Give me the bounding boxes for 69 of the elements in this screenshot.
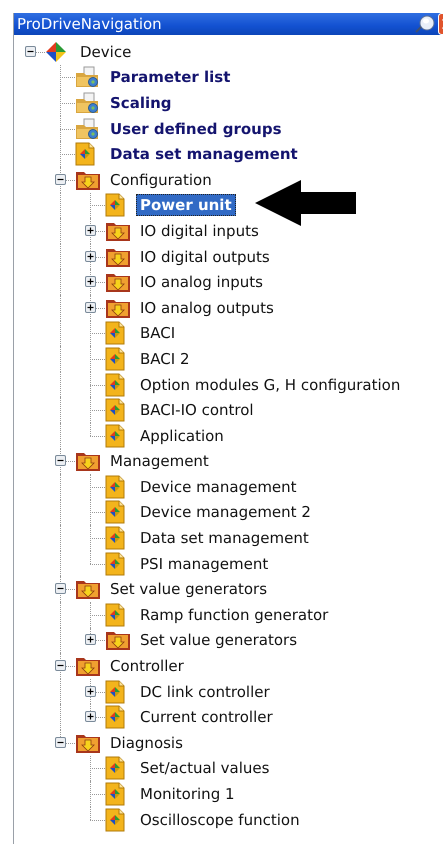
- expand-toggle[interactable]: [85, 686, 96, 697]
- collapse-toggle[interactable]: [55, 583, 66, 594]
- folder-icon: [105, 629, 131, 652]
- document-icon: [105, 680, 125, 704]
- tree-item[interactable]: Set value generators: [106, 578, 272, 600]
- document-icon: [105, 321, 125, 346]
- tree-item[interactable]: Option modules G, H configuration: [136, 374, 404, 396]
- document-icon: [105, 552, 125, 576]
- tree-item[interactable]: Parameter list: [106, 66, 234, 88]
- expand-toggle[interactable]: [85, 250, 96, 262]
- tree-item[interactable]: Diagnosis: [106, 732, 187, 754]
- tree-item[interactable]: Application: [136, 424, 228, 447]
- document-icon: [105, 602, 125, 627]
- collapse-toggle[interactable]: [55, 660, 66, 672]
- folder-icon: [75, 578, 101, 600]
- tree-item[interactable]: Device management 2: [136, 501, 315, 524]
- tree-item[interactable]: BACI-IO control: [136, 399, 258, 422]
- tree-item[interactable]: Device management: [136, 476, 301, 498]
- document-icon: [75, 142, 95, 166]
- tree-item[interactable]: Oscilloscope function: [136, 808, 304, 831]
- folder-icon: [75, 450, 101, 472]
- document-icon: [105, 346, 125, 371]
- document-icon: [105, 500, 125, 524]
- collapse-toggle[interactable]: [55, 174, 66, 185]
- tree-item[interactable]: IO analog outputs: [136, 296, 278, 319]
- tree-item[interactable]: DC link controller: [136, 680, 274, 703]
- expand-toggle[interactable]: [85, 224, 96, 236]
- tree-item[interactable]: Ramp function generator: [136, 604, 332, 626]
- document-icon: [105, 808, 125, 832]
- expand-toggle[interactable]: [85, 711, 96, 722]
- tree-item[interactable]: User defined groups: [106, 118, 286, 140]
- tree-item[interactable]: Configuration: [106, 168, 216, 191]
- document-icon: [105, 705, 125, 730]
- document-icon: [105, 526, 125, 550]
- tree-item[interactable]: Controller: [106, 655, 188, 678]
- tree-item[interactable]: Current controller: [136, 706, 277, 728]
- collapse-toggle[interactable]: [55, 455, 66, 466]
- document-icon: [105, 372, 125, 397]
- tree-item[interactable]: Set/actual values: [136, 757, 274, 780]
- tree-item[interactable]: Management: [106, 450, 213, 472]
- window-title: ProDriveNavigation: [17, 15, 163, 33]
- tree-item[interactable]: BACI: [136, 322, 180, 344]
- folder-icon: [105, 271, 131, 294]
- diamond-icon: [45, 40, 67, 63]
- folder-icon: [75, 655, 101, 678]
- expand-toggle[interactable]: [85, 634, 96, 646]
- tree-item[interactable]: BACI 2: [136, 348, 194, 370]
- expand-toggle[interactable]: [85, 276, 96, 288]
- tree-item[interactable]: Scaling: [106, 92, 176, 114]
- collapse-toggle[interactable]: [25, 46, 36, 57]
- tree-item[interactable]: IO digital inputs: [136, 220, 263, 242]
- tree-item[interactable]: Device: [76, 40, 136, 63]
- expand-toggle[interactable]: [85, 302, 96, 313]
- tree-item[interactable]: IO analog inputs: [136, 271, 267, 294]
- document-icon: [105, 424, 125, 448]
- document-icon: [105, 193, 125, 218]
- arrow-icon: [255, 180, 357, 226]
- collapse-toggle[interactable]: [55, 736, 66, 748]
- tree-item[interactable]: Power unit: [136, 194, 236, 216]
- tree-item[interactable]: PSI management: [136, 552, 272, 575]
- tree-item[interactable]: Data set management: [136, 527, 313, 550]
- document-icon: [105, 782, 125, 806]
- tree-item[interactable]: Set value generators: [136, 629, 302, 652]
- tree-item[interactable]: Data set management: [106, 143, 302, 166]
- tree-item[interactable]: IO digital outputs: [136, 246, 274, 268]
- document-icon: [105, 756, 125, 780]
- document-icon: [105, 474, 125, 499]
- tree-item[interactable]: Monitoring 1: [136, 783, 239, 806]
- document-icon: [105, 398, 125, 422]
